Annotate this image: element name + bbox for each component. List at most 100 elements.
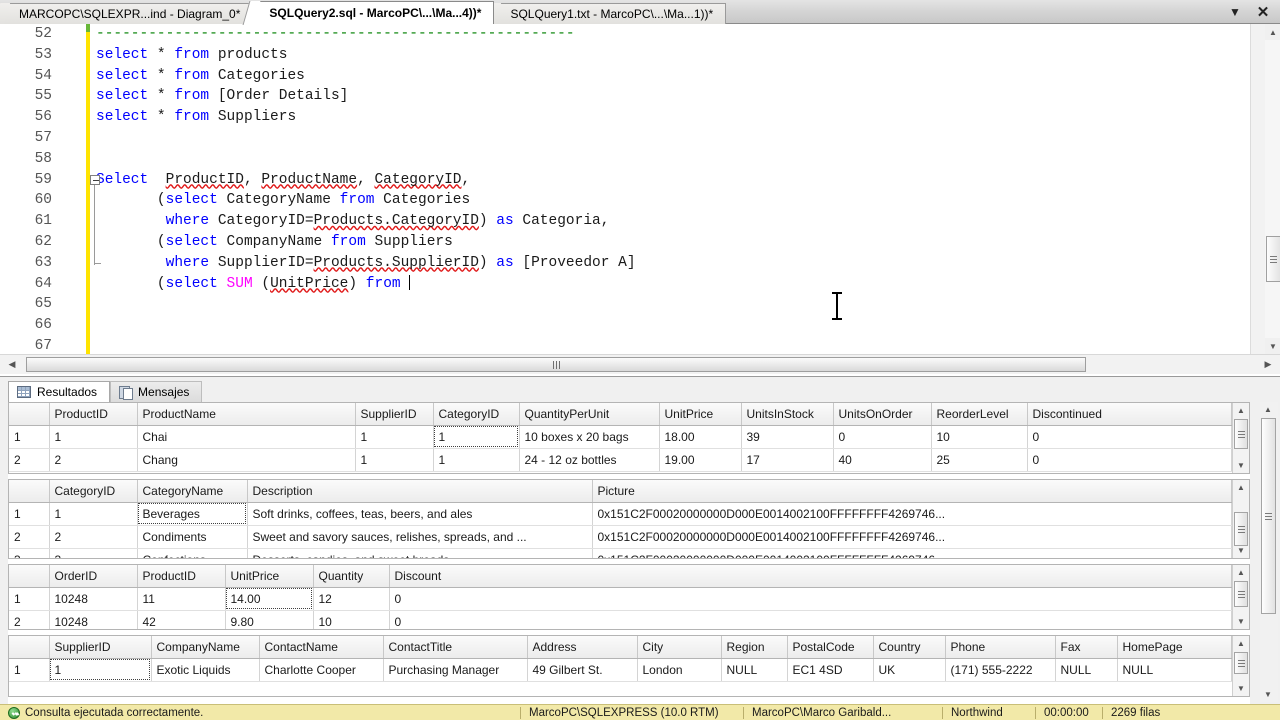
column-header[interactable]: Quantity bbox=[313, 565, 390, 588]
table-cell[interactable]: Condiments bbox=[137, 525, 248, 549]
column-header[interactable]: CategoryID bbox=[433, 403, 520, 426]
row-number-cell[interactable]: 2 bbox=[9, 525, 50, 549]
scroll-down-arrow[interactable]: ▼ bbox=[1260, 687, 1276, 702]
grid-vertical-scrollbar[interactable]: ▲ ▼ bbox=[1232, 636, 1249, 696]
table-cell[interactable]: 0 bbox=[389, 610, 1232, 629]
column-header[interactable]: ReorderLevel bbox=[931, 403, 1028, 426]
code-line[interactable]: 55 select * from [Order Details] bbox=[0, 86, 1250, 107]
table-row[interactable]: 1 10248 11 14.00 12 0 bbox=[9, 587, 1232, 611]
column-header[interactable]: OrderID bbox=[49, 565, 138, 588]
table-cell[interactable]: 1 bbox=[355, 448, 434, 472]
column-header[interactable]: ContactTitle bbox=[383, 636, 528, 659]
row-number-header[interactable] bbox=[9, 403, 50, 426]
row-number-cell[interactable]: 3 bbox=[9, 548, 50, 558]
table-row[interactable]: 2 2 Chang 1 1 24 - 12 oz bottles 19.00 17 40 25 0 bbox=[9, 448, 1232, 472]
code-line[interactable]: 58 bbox=[0, 149, 1250, 170]
table-cell[interactable]: 12 bbox=[313, 587, 390, 611]
code-line[interactable]: 61 where CategoryID=Products.CategoryID)… bbox=[0, 211, 1250, 232]
code-line[interactable]: 60 (select CategoryName from Categories bbox=[0, 190, 1250, 211]
column-header[interactable]: UnitsOnOrder bbox=[833, 403, 932, 426]
table-cell[interactable]: 10 bbox=[313, 610, 390, 629]
column-header[interactable]: ContactName bbox=[259, 636, 384, 659]
table-cell[interactable]: UK bbox=[873, 658, 946, 682]
column-header[interactable]: ProductID bbox=[137, 565, 226, 588]
row-number-cell[interactable]: 2 bbox=[9, 448, 50, 472]
scroll-left-arrow[interactable]: ◀ bbox=[4, 357, 20, 372]
scroll-up-arrow[interactable]: ▲ bbox=[1265, 24, 1280, 40]
table-row[interactable]: 1 1 Beverages Soft drinks, coffees, teas, b… bbox=[9, 502, 1232, 526]
column-header[interactable]: Picture bbox=[592, 480, 1232, 503]
table-cell[interactable]: 10248 bbox=[49, 610, 138, 629]
column-header[interactable]: City bbox=[637, 636, 722, 659]
column-header[interactable]: Discount bbox=[389, 565, 1232, 588]
table-cell[interactable]: Beverages bbox=[137, 502, 248, 526]
table-cell[interactable]: Confections bbox=[137, 548, 248, 558]
table-cell[interactable]: 42 bbox=[137, 610, 226, 629]
table-cell[interactable]: 0x151C2F00020000000D000E0014002100FFFFFF… bbox=[592, 548, 1232, 558]
table-cell[interactable]: Sweet and savory sauces, relishes, sprea… bbox=[247, 525, 593, 549]
table-cell[interactable]: NULL bbox=[1117, 658, 1232, 682]
column-header[interactable]: Address bbox=[527, 636, 638, 659]
table-row[interactable]: 2 2 Condiments Sweet and savory sauces, rel… bbox=[9, 525, 1232, 549]
table-cell[interactable]: 14.00 bbox=[225, 587, 314, 611]
table-cell[interactable]: 9.80 bbox=[225, 610, 314, 629]
column-header[interactable]: SupplierID bbox=[49, 636, 152, 659]
table-cell[interactable]: Chai bbox=[137, 425, 356, 449]
editor-scroll-thumb[interactable] bbox=[1266, 236, 1280, 282]
table-cell[interactable]: NULL bbox=[1055, 658, 1118, 682]
editor-text-area[interactable]: 52 --------------------------------------… bbox=[0, 24, 1250, 354]
grid-scroll-thumb[interactable] bbox=[1234, 419, 1248, 449]
table-row[interactable]: 1 1 Exotic Liquids Charlotte Cooper Purchasi… bbox=[9, 658, 1232, 682]
column-header[interactable]: PostalCode bbox=[787, 636, 874, 659]
column-header[interactable]: Description bbox=[247, 480, 593, 503]
tab-sqlquery2[interactable]: SQLQuery2.sql - MarcoPC\...\Ma...4))* bbox=[252, 1, 495, 24]
table-cell[interactable]: 17 bbox=[741, 448, 834, 472]
code-line[interactable]: 57 bbox=[0, 128, 1250, 149]
code-line[interactable]: 53 select * from products bbox=[0, 45, 1250, 66]
column-header[interactable]: Region bbox=[721, 636, 788, 659]
table-cell[interactable]: 1 bbox=[355, 425, 434, 449]
table-cell[interactable]: 1 bbox=[433, 425, 520, 449]
code-line[interactable]: 67 bbox=[0, 336, 1250, 354]
grid-scroll-thumb[interactable] bbox=[1234, 512, 1248, 546]
code-line[interactable]: 64 (select SUM (UnitPrice) from bbox=[0, 274, 1250, 295]
table-cell[interactable]: (171) 555-2222 bbox=[945, 658, 1056, 682]
table-cell[interactable]: 1 bbox=[49, 425, 138, 449]
editor-vertical-scrollbar[interactable]: ▲ ▼ bbox=[1250, 24, 1280, 354]
column-header[interactable]: QuantityPerUnit bbox=[519, 403, 660, 426]
table-cell[interactable]: 0 bbox=[1027, 425, 1232, 449]
grid-scroll-thumb[interactable] bbox=[1234, 652, 1248, 674]
row-number-cell[interactable]: 2 bbox=[9, 610, 50, 629]
column-header[interactable]: CompanyName bbox=[151, 636, 260, 659]
table-cell[interactable]: Purchasing Manager bbox=[383, 658, 528, 682]
order-details-grid[interactable]: OrderID ProductID UnitPrice Quantity Discoun… bbox=[8, 564, 1250, 630]
scroll-up-arrow[interactable]: ▲ bbox=[1233, 480, 1249, 495]
scroll-right-arrow[interactable]: ▶ bbox=[1260, 357, 1276, 372]
column-header[interactable]: Discontinued bbox=[1027, 403, 1232, 426]
scroll-down-arrow[interactable]: ▼ bbox=[1233, 458, 1249, 473]
table-cell[interactable]: London bbox=[637, 658, 722, 682]
scroll-up-arrow[interactable]: ▲ bbox=[1233, 636, 1249, 651]
tab-resultados[interactable]: Resultados bbox=[8, 381, 111, 402]
table-row[interactable]: 1 1 Chai 1 1 10 boxes x 20 bags 18.00 39 0 10 0 bbox=[9, 425, 1232, 449]
column-header[interactable]: Fax bbox=[1055, 636, 1118, 659]
table-cell[interactable]: Exotic Liquids bbox=[151, 658, 260, 682]
column-header[interactable]: CategoryID bbox=[49, 480, 138, 503]
table-row[interactable]: 33ConfectionsDesserts, candies, and swee… bbox=[9, 548, 1232, 558]
table-cell[interactable]: 0x151C2F00020000000D000E0014002100FFFFFF… bbox=[592, 502, 1232, 526]
table-cell[interactable]: NULL bbox=[721, 658, 788, 682]
grid-vertical-scrollbar[interactable]: ▲ ▼ bbox=[1232, 480, 1249, 558]
table-cell[interactable]: EC1 4SD bbox=[787, 658, 874, 682]
suppliers-grid[interactable]: SupplierID CompanyName ContactName ContactT… bbox=[8, 635, 1250, 697]
column-header[interactable]: ProductName bbox=[137, 403, 356, 426]
close-icon[interactable]: ✕ bbox=[1254, 3, 1272, 21]
column-header[interactable]: Country bbox=[873, 636, 946, 659]
code-line[interactable]: 66 bbox=[0, 315, 1250, 336]
row-number-cell[interactable]: 1 bbox=[9, 587, 50, 611]
categories-grid[interactable]: CategoryID CategoryName Description Picture… bbox=[8, 479, 1250, 559]
table-cell[interactable]: 10 boxes x 20 bags bbox=[519, 425, 660, 449]
code-line[interactable]: 56 select * from Suppliers bbox=[0, 107, 1250, 128]
row-number-cell[interactable]: 1 bbox=[9, 425, 50, 449]
products-grid[interactable]: ProductID ProductName SupplierID CategoryID… bbox=[8, 402, 1250, 474]
editor-hscroll-thumb[interactable] bbox=[26, 357, 1086, 372]
